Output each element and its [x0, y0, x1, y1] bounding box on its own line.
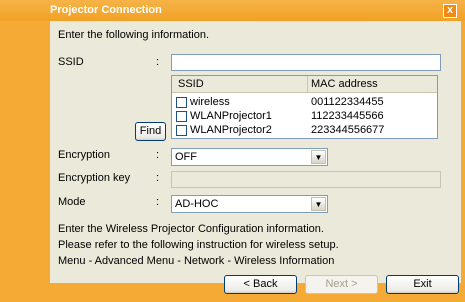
checkbox-icon[interactable] — [176, 125, 187, 136]
ssid-input[interactable] — [171, 54, 441, 71]
list-item[interactable]: WLANProjector1 112233445566 — [172, 110, 437, 123]
network-list[interactable]: SSID MAC address wireless 001122334455 W… — [171, 75, 438, 139]
intro-text: Enter the following information. — [58, 29, 210, 41]
list-item[interactable]: wireless 001122334455 — [172, 96, 437, 109]
network-mac: 112233445566 — [311, 110, 384, 122]
title-bar[interactable]: Projector Connection x — [0, 0, 465, 21]
mode-colon: : — [156, 196, 160, 208]
encryption-key-colon: : — [156, 172, 160, 184]
encryption-key-input[interactable] — [171, 171, 441, 188]
encryption-value: OFF — [175, 151, 197, 163]
list-header: SSID MAC address — [172, 76, 437, 93]
network-mac: 223344556677 — [311, 124, 385, 136]
network-ssid: WLANProjector2 — [190, 124, 272, 136]
network-ssid: wireless — [190, 96, 230, 108]
ssid-colon: : — [156, 56, 160, 68]
info-line: Enter the Wireless Projector Configurati… — [58, 223, 324, 235]
mac-column-header[interactable]: MAC address — [311, 78, 378, 90]
ssid-label: SSID — [58, 56, 84, 68]
dialog-body: Enter the following information. SSID : … — [50, 21, 461, 294]
chevron-down-icon[interactable]: ▼ — [311, 150, 326, 164]
encryption-key-label: Encryption key — [58, 172, 131, 184]
column-divider — [307, 76, 308, 93]
network-mac: 001122334455 — [311, 96, 384, 108]
network-ssid: WLANProjector1 — [190, 110, 272, 122]
ssid-column-header[interactable]: SSID — [178, 78, 204, 90]
exit-button[interactable]: Exit — [386, 275, 459, 294]
info-line: Please refer to the following instructio… — [58, 239, 339, 251]
encryption-label: Encryption — [58, 149, 110, 161]
window-title: Projector Connection — [50, 4, 162, 16]
find-button[interactable]: Find — [135, 122, 166, 141]
chevron-down-icon[interactable]: ▼ — [311, 197, 326, 211]
checkbox-icon[interactable] — [176, 111, 187, 122]
next-button[interactable]: Next > — [305, 275, 378, 294]
mode-label: Mode — [58, 196, 86, 208]
projector-connection-window: Projector Connection x Enter the followi… — [0, 0, 465, 302]
mode-select[interactable]: AD-HOC ▼ — [171, 195, 328, 213]
encryption-colon: : — [156, 149, 160, 161]
back-button[interactable]: < Back — [224, 275, 297, 294]
encryption-select[interactable]: OFF ▼ — [171, 148, 328, 166]
mode-value: AD-HOC — [175, 198, 219, 210]
list-item[interactable]: WLANProjector2 223344556677 — [172, 124, 437, 137]
checkbox-icon[interactable] — [176, 97, 187, 108]
info-line: Menu - Advanced Menu - Network - Wireles… — [58, 255, 335, 267]
close-icon[interactable]: x — [443, 4, 457, 18]
